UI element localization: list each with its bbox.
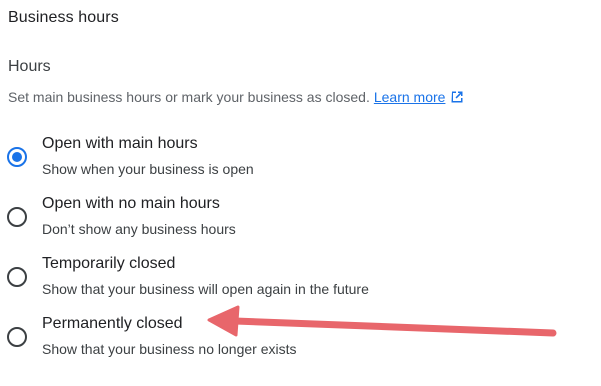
business-hours-panel: Business hours Hours Set main business h… xyxy=(0,0,601,386)
annotation-arrow-icon xyxy=(207,305,557,337)
